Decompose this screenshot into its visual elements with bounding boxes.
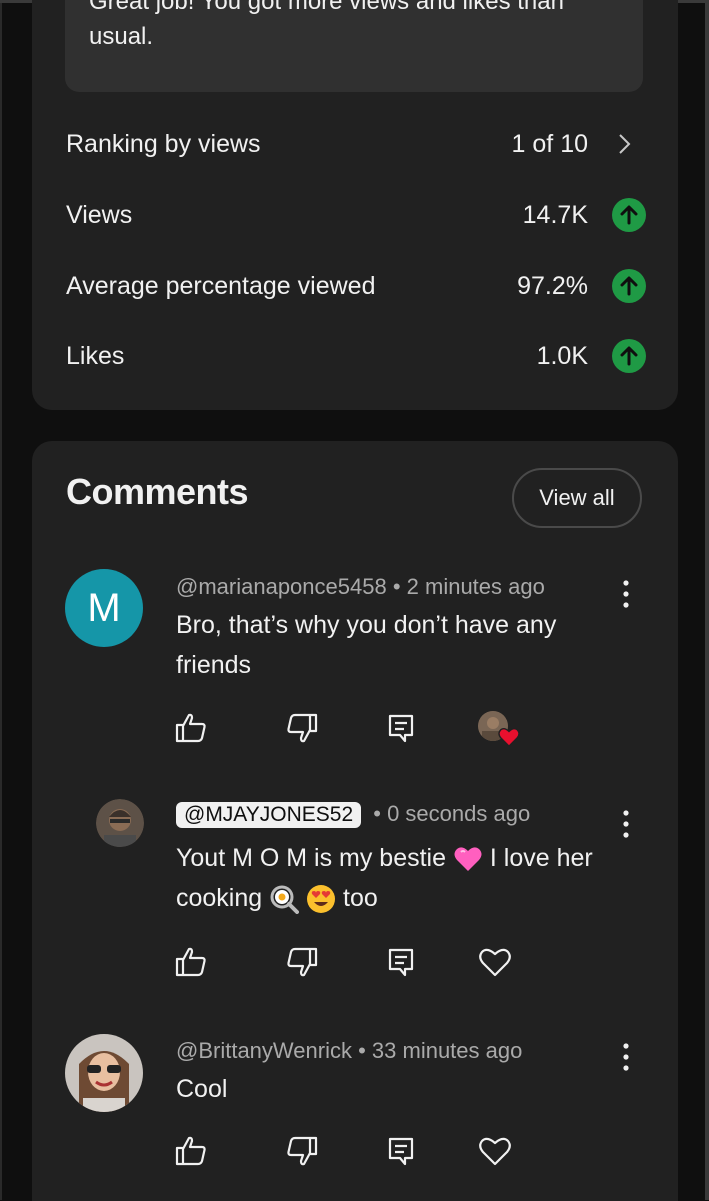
metric-label: Ranking by views (66, 130, 261, 158)
avatar[interactable] (65, 1034, 143, 1112)
comment-text: Bro, that’s why you don’t have any frien… (176, 611, 557, 679)
metric-value: 97.2% (517, 272, 588, 300)
more-options-icon[interactable] (621, 809, 631, 839)
fried-egg-emoji (270, 885, 300, 915)
performance-card: Great job! You got more views and likes … (32, 0, 678, 410)
metric-label: Likes (66, 342, 125, 370)
comment-text: Yout M O M is my bestie I love her cooki… (176, 838, 616, 918)
metric-likes-row: Likes 1.0K (66, 336, 646, 376)
like-icon[interactable] (174, 711, 208, 745)
comment-time: 2 minutes ago (406, 574, 545, 599)
avatar-letter: M (87, 585, 121, 630)
pink-heart-emoji (454, 847, 482, 872)
reply-icon[interactable] (384, 711, 418, 745)
more-options-icon[interactable] (621, 579, 631, 609)
comment-time: 0 seconds ago (387, 801, 531, 826)
meta-separator: • (351, 1038, 372, 1063)
more-options-icon[interactable] (621, 1042, 631, 1072)
avatar[interactable]: M (65, 569, 143, 647)
metric-views-row: Views 14.7K (66, 195, 646, 235)
dislike-icon[interactable] (285, 945, 319, 979)
comment-meta: @MJAYJONES52 • 0 seconds ago (176, 801, 530, 828)
feedback-banner: Great job! You got more views and likes … (65, 0, 643, 92)
comment-meta: @BrittanyWenrick • 33 minutes ago (176, 1038, 522, 1064)
arrow-up-icon (612, 269, 646, 303)
heart-icon (498, 728, 520, 747)
screen-edge-right (705, 0, 709, 1200)
metric-value: 14.7K (522, 201, 588, 229)
arrow-up-icon (612, 198, 646, 232)
comment-text-part: too (336, 884, 378, 912)
comments-card: Comments View all M @marianaponce5458 • … (32, 441, 678, 1201)
chevron-right-icon[interactable] (612, 132, 636, 156)
comment-handle[interactable]: @marianaponce5458 (176, 574, 387, 599)
dislike-icon[interactable] (285, 711, 319, 745)
comment-time: 33 minutes ago (371, 1038, 523, 1063)
comments-title: Comments (66, 471, 249, 512)
comment-handle[interactable]: @MJAYJONES52 (176, 802, 362, 828)
like-icon[interactable] (174, 1134, 208, 1168)
heart-eyes-emoji (307, 885, 336, 914)
dislike-icon[interactable] (285, 1134, 319, 1168)
like-icon[interactable] (174, 945, 208, 979)
comment-text: Cool (176, 1075, 228, 1103)
view-all-button[interactable]: View all (512, 468, 642, 528)
metric-label: Average percentage viewed (66, 272, 376, 300)
screen-edge-left (0, 0, 2, 1200)
comment-text-part: Yout M O M is my bestie (176, 844, 453, 872)
metric-label: Views (66, 201, 133, 229)
avatar[interactable] (96, 799, 144, 847)
reply-icon[interactable] (384, 945, 418, 979)
comment-meta: @marianaponce5458 • 2 minutes ago (176, 574, 545, 600)
banner-text: Great job! You got more views and likes … (89, 0, 564, 50)
metric-ranking-row[interactable]: Ranking by views 1 of 10 (66, 124, 646, 164)
metric-avg-viewed-row: Average percentage viewed 97.2% (66, 266, 646, 306)
metric-value: 1 of 10 (511, 130, 588, 158)
arrow-up-icon (612, 339, 646, 373)
reply-icon[interactable] (384, 1134, 418, 1168)
comment-handle[interactable]: @BrittanyWenrick (176, 1038, 352, 1063)
heart-outline-icon[interactable] (478, 1134, 512, 1168)
heart-outline-icon[interactable] (478, 945, 512, 979)
meta-separator: • (386, 574, 407, 599)
metric-value: 1.0K (536, 342, 588, 370)
meta-separator: • (367, 801, 388, 826)
